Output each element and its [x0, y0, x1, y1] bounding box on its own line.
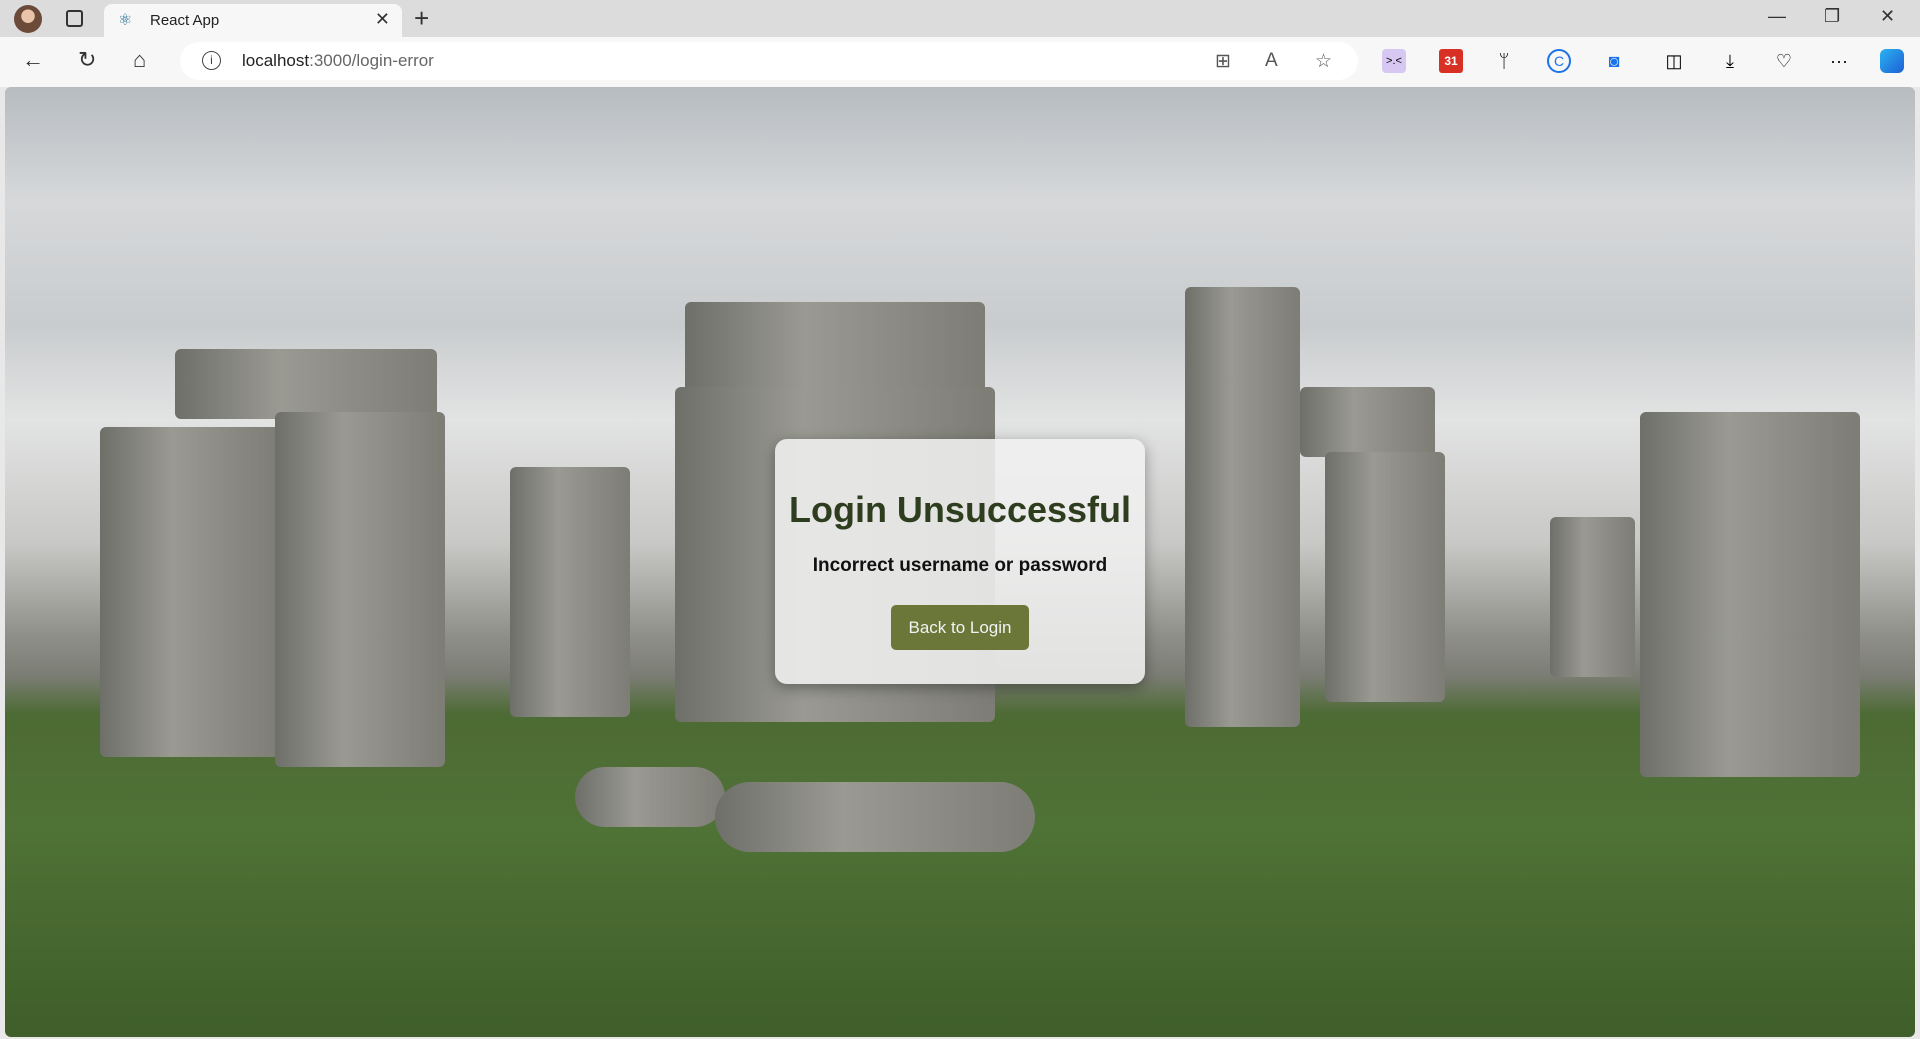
stone	[510, 467, 630, 717]
page-title: Login Unsuccessful	[788, 489, 1132, 530]
tab-bar: ⚛ React App ✕ + — ❐ ✕	[0, 0, 1920, 37]
back-to-login-button[interactable]: Back to Login	[891, 605, 1029, 650]
browser-tab[interactable]: ⚛ React App ✕	[104, 4, 402, 37]
screen-capture-icon[interactable]: ◙	[1602, 49, 1626, 73]
stone	[275, 412, 445, 767]
error-message: Incorrect username or password	[812, 555, 1108, 576]
stone	[575, 767, 725, 827]
tab-actions-icon[interactable]	[66, 10, 83, 27]
error-card: Login Unsuccessful Incorrect username or…	[775, 439, 1145, 684]
browser-essentials-icon[interactable]: ♡	[1772, 49, 1796, 73]
minimize-icon[interactable]: —	[1768, 6, 1786, 27]
c-extension-icon[interactable]: C	[1547, 49, 1571, 73]
stone	[715, 782, 1035, 852]
sprout-icon[interactable]: ᛘ	[1492, 49, 1516, 73]
browser-toolbar: ← ↻ ⌂ i localhost:3000/login-error ⊞ A ☆…	[0, 37, 1920, 87]
react-icon: ⚛	[118, 12, 133, 29]
stone	[1550, 517, 1635, 677]
download-icon[interactable]: ⤓	[1718, 49, 1742, 73]
stone	[1300, 387, 1435, 457]
profile-avatar[interactable]	[14, 5, 42, 33]
address-bar[interactable]: i localhost:3000/login-error ⊞ A ☆	[180, 42, 1358, 80]
tab-title: React App	[150, 12, 220, 29]
new-tab-icon[interactable]: +	[414, 3, 429, 34]
back-icon[interactable]: ←	[22, 47, 44, 73]
copilot-icon[interactable]	[1880, 49, 1904, 73]
stone	[100, 427, 280, 757]
split-screen-icon[interactable]: ◫	[1662, 49, 1686, 73]
refresh-icon[interactable]: ↻	[78, 47, 96, 73]
stone	[175, 349, 437, 419]
info-icon[interactable]: i	[202, 51, 221, 70]
stone	[1640, 412, 1860, 777]
stone	[1325, 452, 1445, 702]
stone	[1185, 287, 1300, 727]
extension-face-icon[interactable]: >.<	[1382, 49, 1406, 73]
url-host: localhost	[242, 51, 310, 70]
app-available-icon[interactable]: ⊞	[1215, 50, 1231, 73]
gmail-calendar-icon[interactable]: 31	[1439, 49, 1463, 73]
stone	[685, 302, 985, 392]
home-icon[interactable]: ⌂	[133, 47, 146, 73]
url-text[interactable]: localhost:3000/login-error	[242, 51, 434, 71]
url-path: :3000/login-error	[309, 51, 434, 70]
page-background: Login Unsuccessful Incorrect username or…	[5, 87, 1915, 1037]
read-aloud-icon[interactable]: A	[1265, 50, 1278, 72]
restore-icon[interactable]: ❐	[1824, 6, 1840, 27]
favorite-star-icon[interactable]: ☆	[1315, 50, 1332, 73]
more-menu-icon[interactable]: ···	[1827, 49, 1851, 73]
close-window-icon[interactable]: ✕	[1880, 6, 1895, 27]
close-tab-icon[interactable]: ✕	[375, 9, 390, 30]
